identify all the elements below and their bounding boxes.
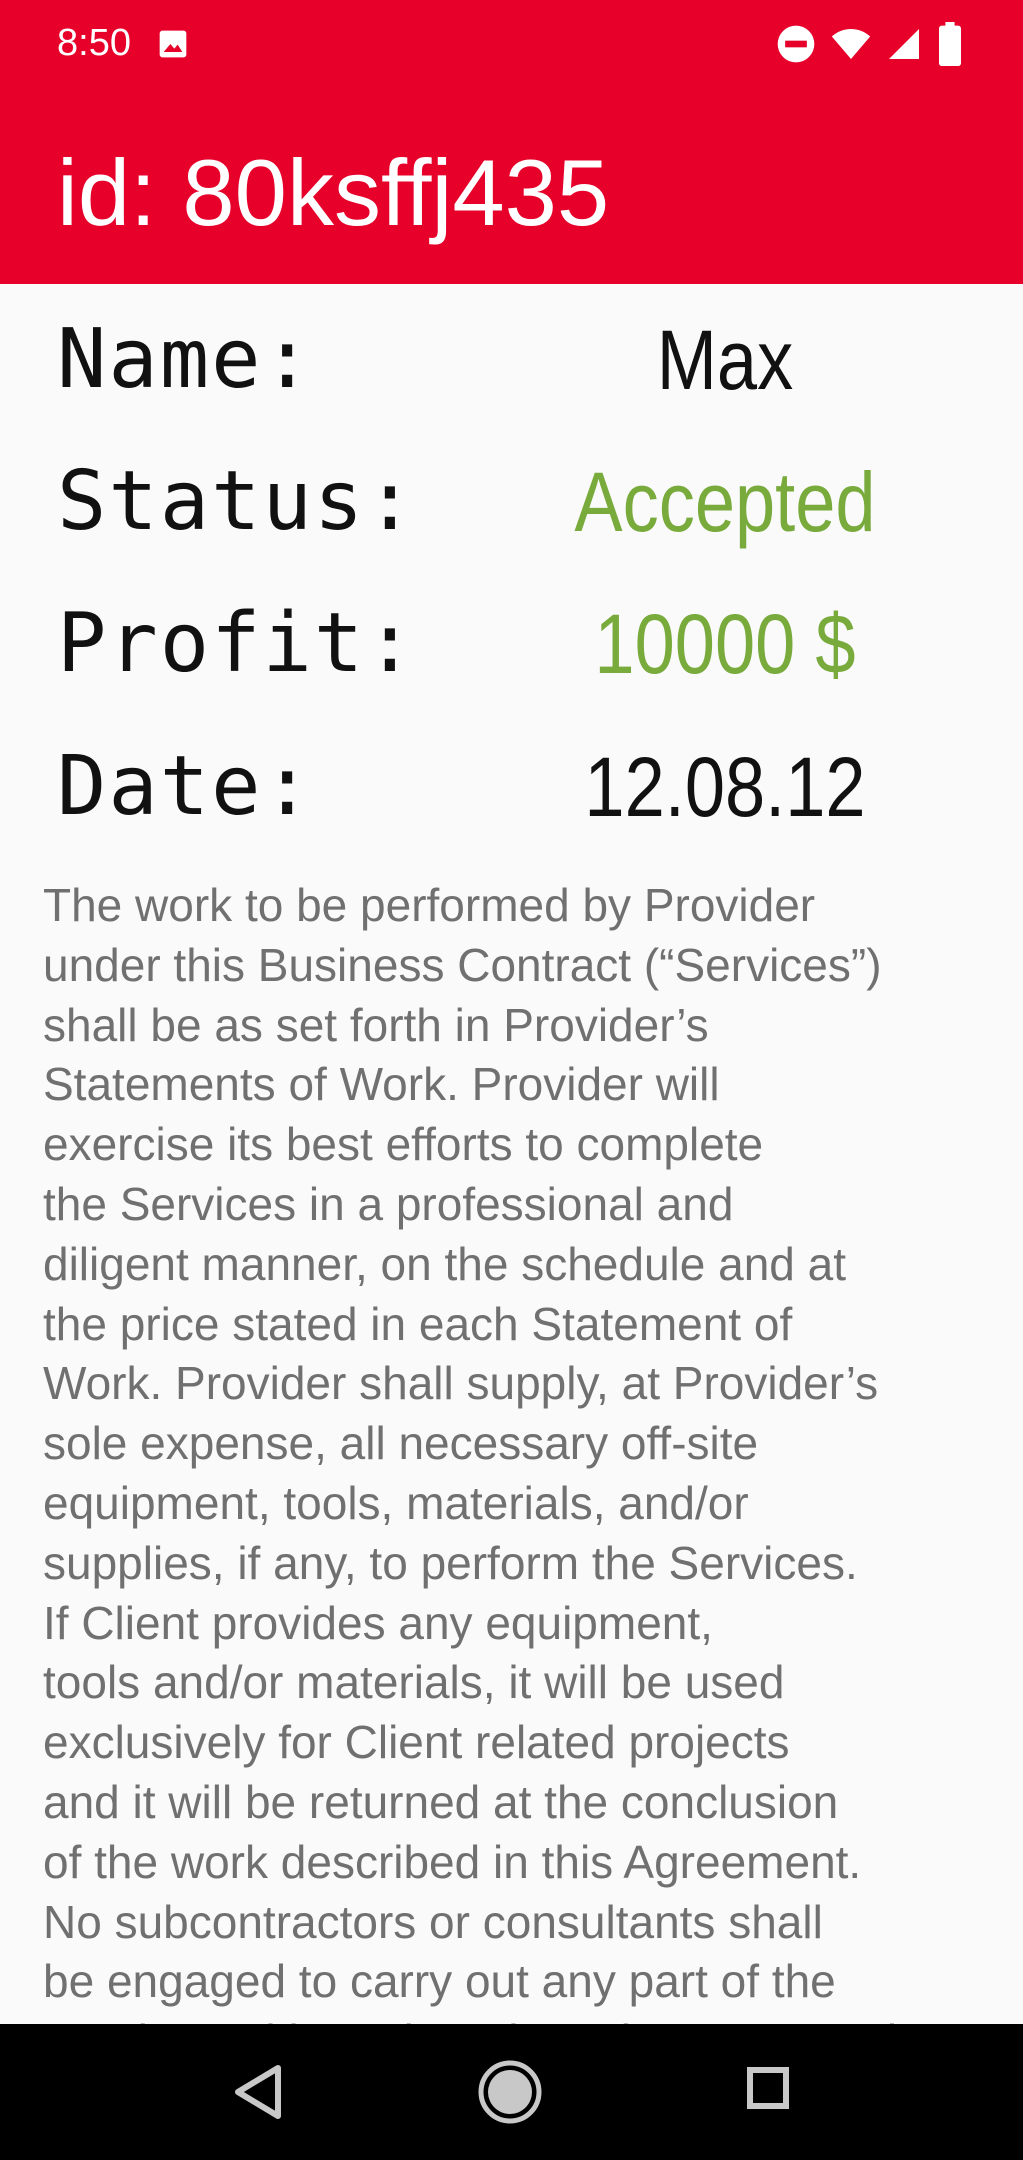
- detail-row-name: Name: Max: [0, 300, 1023, 420]
- description-line: be engaged to carry out any part of the: [43, 1955, 836, 2008]
- screen: 8:50 id: 80ksffj435 Name: Max Status: Ac…: [0, 0, 1023, 2160]
- contract-description: The work to be performed by Provider und…: [43, 876, 1003, 2024]
- description-line: the price stated in each Statement of: [43, 1297, 793, 1350]
- cell-signal-icon: [889, 29, 919, 59]
- description-line: The work to be performed by Provider: [43, 879, 816, 931]
- detail-row-date: Date: 12.08.12: [0, 727, 1023, 847]
- battery-icon: [939, 22, 961, 66]
- description-line: Services without the prior written appro…: [43, 2012, 1003, 2024]
- description-line: of the work described in this Agreement.: [43, 1835, 862, 1888]
- navigation-bar: [0, 2024, 1023, 2160]
- app-header: 8:50 id: 80ksffj435: [0, 0, 1023, 284]
- description-line: diligent manner, on the schedule and at: [43, 1237, 847, 1290]
- description-line: tools and/or materials, it will be used: [43, 1656, 785, 1709]
- status-value: Accepted: [574, 455, 876, 549]
- toolbar-title: id: 80ksffj435: [57, 140, 610, 245]
- description-line: supplies, if any, to perform the Service…: [43, 1536, 858, 1589]
- description-line: equipment, tools, materials, and/or: [43, 1476, 749, 1529]
- description-line: sole expense, all necessary off-site: [43, 1417, 759, 1470]
- profit-label: Profit:: [57, 596, 417, 691]
- status-time: 8:50: [57, 22, 131, 64]
- status-icons: [776, 22, 976, 66]
- description-line: under this Business Contract (“Services”…: [43, 938, 882, 991]
- do-not-disturb-icon: [777, 25, 815, 63]
- recents-icon[interactable]: [746, 2066, 790, 2110]
- description-line: Work. Provider shall supply, at Provider…: [43, 1357, 879, 1410]
- detail-row-profit: Profit: 10000 $: [0, 584, 1023, 704]
- description-line: the Services in a professional and: [43, 1177, 734, 1230]
- home-icon[interactable]: [478, 2060, 542, 2124]
- description-line: Statements of Work. Provider will: [43, 1058, 720, 1111]
- description-line: exercise its best efforts to complete: [43, 1118, 764, 1171]
- status-bar: 8:50: [0, 0, 1023, 88]
- description-line: exclusively for Client related projects: [43, 1716, 790, 1769]
- back-icon[interactable]: [230, 2062, 286, 2122]
- name-label: Name:: [57, 312, 314, 407]
- date-value: 12.08.12: [584, 740, 866, 834]
- description-line: If Client provides any equipment,: [43, 1596, 713, 1649]
- status-label: Status:: [57, 454, 417, 549]
- detail-row-status: Status: Accepted: [0, 442, 1023, 562]
- wifi-icon: [831, 29, 871, 59]
- description-line: and it will be returned at the conclusio…: [43, 1775, 839, 1828]
- name-value: Max: [656, 313, 794, 407]
- description-line: shall be as set forth in Provider’s: [43, 998, 709, 1051]
- image-icon: [159, 30, 187, 58]
- date-label: Date:: [57, 739, 314, 834]
- description-line: No subcontractors or consultants shall: [43, 1895, 823, 1948]
- profit-value: 10000 $: [594, 597, 856, 691]
